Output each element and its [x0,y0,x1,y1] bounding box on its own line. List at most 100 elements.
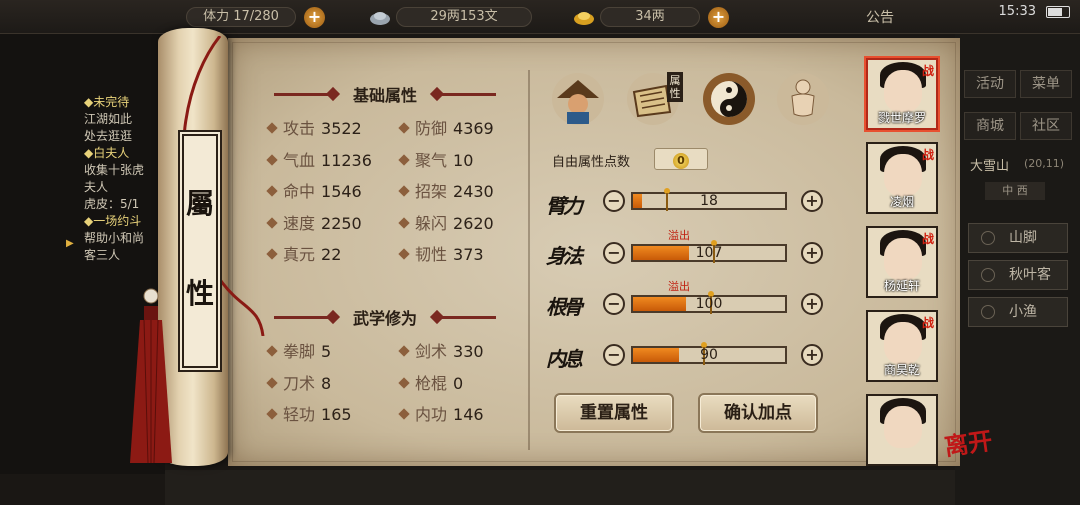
collapse-arrow-icon[interactable]: ▶ [66,238,74,249]
overflow-label: 溢出 [668,280,690,293]
section-divider [528,70,530,450]
increase-breath-button[interactable]: + [801,344,823,366]
portrait-face [884,70,922,112]
party-member[interactable]: 战 凌烟 [866,142,938,214]
skill-blade: 刀术 8 [266,370,331,394]
skill-lightness: 轻功 165 [266,401,352,425]
tassel-icon [130,288,172,464]
strength-bar: 18 [631,188,787,211]
confirm-points-button[interactable]: 确认加点 [698,393,818,433]
portrait-face [884,238,922,280]
map-coordinates: (20,11) [1024,157,1065,170]
yin-yang-tab-icon[interactable] [702,72,756,126]
member-name: 杨延轩 [883,279,920,293]
portrait-face [884,154,922,196]
decrease-breath-button[interactable]: − [603,344,625,366]
battle-tag: 战 [921,232,934,246]
location-label: 秋叶客 [1009,267,1051,283]
location-button[interactable]: 山脚 [968,223,1068,253]
party-member[interactable] [866,394,938,466]
stat-parry: 招架 2430 [398,178,494,202]
party-member[interactable]: 战 商昊乾 [866,310,938,382]
silver-display: 29两153文 [396,7,532,27]
breath-value: 90 [700,347,718,363]
party-member[interactable]: 战 戮世摩罗 [866,58,938,130]
notice-button[interactable]: 公告 [866,7,894,27]
free-points-value: 0 [654,148,708,170]
agility-bar: 107 [631,240,787,263]
attr-name-strength: 臂力 [546,194,583,218]
attr-name-agility: 身法 [546,244,583,268]
decrease-constitution-button[interactable]: − [603,293,625,315]
battle-tag: 战 [921,316,934,330]
activity-button[interactable]: 活动 [964,70,1016,98]
location-label: 小渔 [1009,304,1037,320]
increase-strength-button[interactable]: + [801,190,823,212]
bottom-nav-bar [165,470,955,505]
decrease-agility-button[interactable]: − [603,242,625,264]
free-points-label: 自由属性点数 [552,155,631,170]
scroll-title-plaque: 屬 性 [178,130,222,372]
portrait-face [884,322,922,364]
stat-toughness: 韧性 373 [398,241,484,265]
stat-attack: 攻击 3522 [266,115,362,139]
attr-name-breath: 内息 [546,347,583,371]
stat-hp: 气血 11236 [266,147,372,171]
reset-attributes-button[interactable]: 重置属性 [554,393,674,433]
stat-qi: 聚气 10 [398,147,473,171]
stamina-display: 体力 17/280 [186,7,296,27]
top-resource-bar: 体力 17/280 + 29两153文 34两 + 公告 15:33 [0,0,1080,34]
map-name: 大雪山 [970,159,1010,174]
increase-agility-button[interactable]: + [801,242,823,264]
coin-icon: 0 [673,153,689,169]
constitution-bar: 100 [631,291,787,314]
basic-attributes-title: 基础属性 [274,82,496,106]
constitution-value: 100 [695,296,723,312]
mall-button[interactable]: 商城 [964,112,1016,140]
community-button[interactable]: 社区 [1020,112,1072,140]
attributes-tab-label: 属性 [667,72,683,102]
skill-inner: 内功 146 [398,401,484,425]
silver-icon [370,12,390,25]
stat-accuracy: 命中 1546 [266,178,362,202]
add-stamina-button[interactable]: + [304,7,325,28]
overflow-label: 溢出 [668,229,690,242]
character-tab-icon[interactable] [551,72,605,126]
battle-tag: 战 [921,148,934,162]
stat-dodge: 躲闪 2620 [398,210,494,234]
location-icon [981,268,995,282]
attr-name-constitution: 根骨 [546,295,583,319]
member-name: 凌烟 [889,195,914,209]
leave-button[interactable]: 离开 [942,421,994,462]
strength-value: 18 [700,193,718,209]
silver-text: 29两153文 [430,9,498,24]
member-name: 商昊乾 [883,363,920,377]
breath-bar: 90 [631,342,787,365]
skill-sword: 剑术 330 [398,338,484,362]
location-button[interactable]: 秋叶客 [968,260,1068,290]
portrait-face [884,406,922,448]
system-clock: 15:33 [998,4,1036,19]
location-label: 山脚 [1009,230,1037,246]
stat-true-energy: 真元 22 [266,241,341,265]
add-gold-button[interactable]: + [708,7,729,28]
increase-constitution-button[interactable]: + [801,293,823,315]
stat-speed: 速度 2250 [266,210,362,234]
battery-icon [1046,6,1070,18]
map-direction[interactable]: 中 西 [985,182,1045,200]
plaque-char: 性 [185,277,214,310]
party-member[interactable]: 战 杨延轩 [866,226,938,298]
stat-defense: 防御 4369 [398,115,494,139]
menu-button[interactable]: 菜单 [1020,70,1072,98]
meridian-tab-icon[interactable] [776,72,830,126]
plaque-char: 屬 [185,187,214,220]
gold-text: 34两 [635,9,665,24]
gold-ingot-icon [574,12,594,25]
skill-fist: 拳脚 5 [266,338,331,362]
agility-value: 107 [695,245,723,261]
location-button[interactable]: 小渔 [968,297,1068,327]
gold-display: 34两 [600,7,700,27]
decrease-strength-button[interactable]: − [603,190,625,212]
skill-spear: 枪棍 0 [398,370,463,394]
location-icon [981,231,995,245]
